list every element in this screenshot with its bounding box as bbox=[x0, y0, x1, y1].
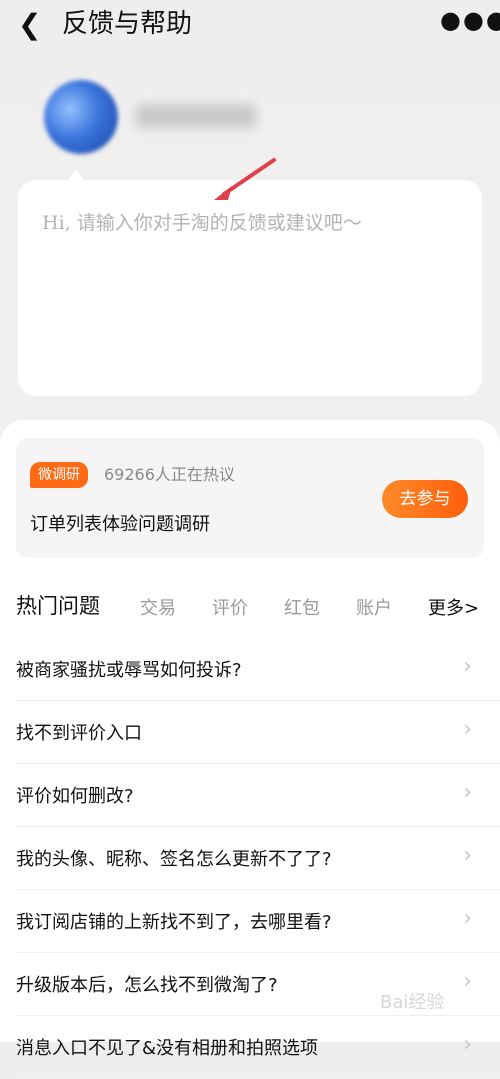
tab-more[interactable]: 更多> bbox=[428, 594, 479, 620]
tab-review[interactable]: 评价 bbox=[212, 594, 248, 620]
list-item[interactable]: 被商家骚扰或辱骂如何投诉? › bbox=[16, 638, 500, 701]
question-text: 我的头像、昵称、签名怎么更新不了了? bbox=[16, 849, 332, 870]
survey-count: 69266人正在热议 bbox=[104, 465, 235, 484]
tab-red-packet[interactable]: 红包 bbox=[284, 594, 320, 620]
question-text: 消息入口不见了&没有相册和拍照选项 bbox=[16, 1038, 319, 1059]
chevron-right-icon: › bbox=[463, 780, 472, 805]
red-arrow-annotation bbox=[214, 158, 276, 200]
watermark-logo: Bai经验 bbox=[380, 992, 445, 1013]
chevron-right-icon: › bbox=[463, 906, 472, 931]
list-item[interactable]: 找不到评价入口 › bbox=[16, 701, 500, 764]
question-text: 找不到评价入口 bbox=[16, 723, 142, 744]
chevron-right-icon: › bbox=[463, 1032, 472, 1057]
list-item[interactable]: 评价如何删改? › bbox=[16, 764, 500, 827]
feedback-input[interactable]: Hi, 请输入你对手淘的反馈或建议吧～ bbox=[42, 208, 462, 235]
chevron-right-icon: › bbox=[463, 654, 472, 679]
feedback-box[interactable]: Hi, 请输入你对手淘的反馈或建议吧～ bbox=[18, 180, 482, 396]
page-title: 反馈与帮助 bbox=[62, 9, 193, 39]
survey-badge: 微调研 bbox=[30, 462, 88, 488]
user-name-blurred bbox=[136, 104, 256, 128]
question-text: 我订阅店铺的上新找不到了，去哪里看? bbox=[16, 912, 332, 933]
question-text: 升级版本后，怎么找不到微淘了? bbox=[16, 975, 278, 996]
list-item[interactable]: 我订阅店铺的上新找不到了，去哪里看? › bbox=[16, 890, 500, 953]
avatar bbox=[44, 80, 118, 154]
top-bar: ❮ 反馈与帮助 ●●● bbox=[0, 0, 500, 52]
survey-title: 订单列表体验问题调研 bbox=[30, 514, 210, 535]
tab-account[interactable]: 账户 bbox=[356, 594, 392, 620]
chevron-left-icon[interactable]: ❮ bbox=[18, 10, 41, 40]
survey-card[interactable]: 微调研 69266人正在热议 订单列表体验问题调研 去参与 bbox=[16, 438, 484, 558]
list-item[interactable]: 我的头像、昵称、签名怎么更新不了了? › bbox=[16, 827, 500, 890]
question-text: 评价如何删改? bbox=[16, 786, 134, 807]
chevron-right-icon: › bbox=[463, 717, 472, 742]
tab-hot-questions[interactable]: 热门问题 bbox=[16, 590, 100, 620]
question-tabs: 热门问题 交易 评价 红包 账户 更多> bbox=[16, 590, 486, 624]
chevron-right-icon: › bbox=[463, 843, 472, 868]
tab-trade[interactable]: 交易 bbox=[140, 594, 176, 620]
join-button[interactable]: 去参与 bbox=[382, 480, 468, 518]
more-dots-icon[interactable]: ●●● bbox=[440, 6, 500, 34]
question-text: 被商家骚扰或辱骂如何投诉? bbox=[16, 660, 242, 681]
